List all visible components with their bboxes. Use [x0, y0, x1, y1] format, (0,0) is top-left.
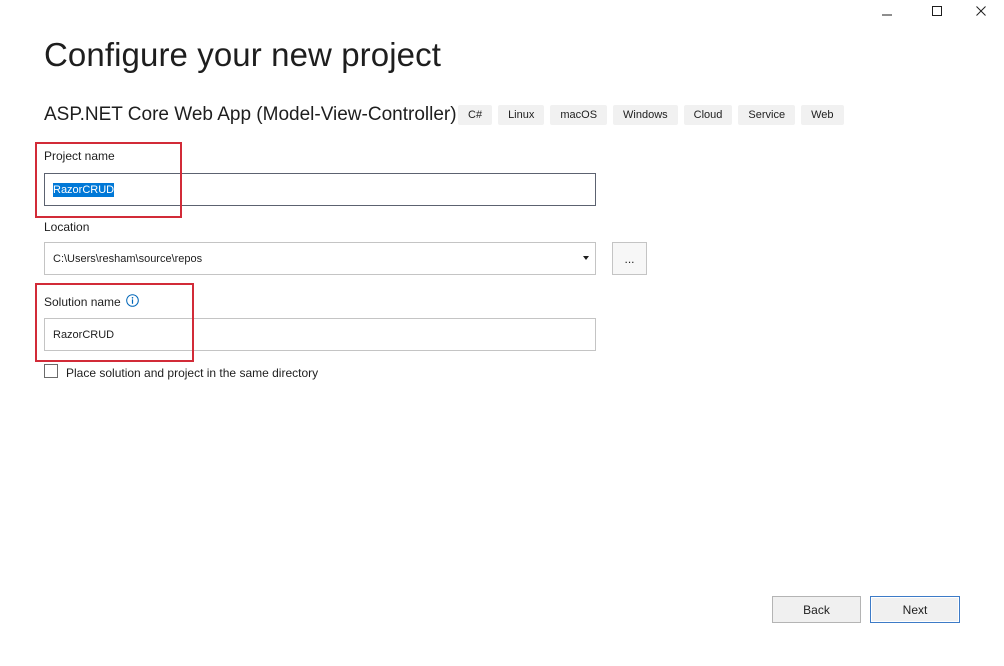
- same-directory-label[interactable]: Place solution and project in the same d…: [66, 366, 318, 380]
- chevron-down-icon[interactable]: [583, 256, 589, 260]
- minimize-button[interactable]: [864, 0, 910, 22]
- solution-name-value: RazorCRUD: [53, 328, 115, 341]
- close-icon: [976, 6, 986, 16]
- solution-name-input[interactable]: RazorCRUD: [44, 318, 596, 351]
- maximize-icon: [932, 6, 942, 16]
- minimize-icon: [882, 14, 892, 16]
- location-value: C:\Users\resham\source\repos: [53, 252, 203, 265]
- solution-name-label: Solution name: [44, 295, 121, 309]
- template-tags: C# Linux macOS Windows Cloud Service Web: [458, 105, 844, 125]
- tag-linux: Linux: [498, 105, 545, 125]
- location-combobox[interactable]: C:\Users\resham\source\repos: [44, 242, 596, 275]
- page-title: Configure your new project: [44, 36, 441, 73]
- project-name-label: Project name: [44, 149, 115, 163]
- maximize-button[interactable]: [914, 0, 960, 22]
- browse-button[interactable]: ...: [612, 242, 647, 275]
- tag-web: Web: [801, 105, 844, 125]
- project-name-input[interactable]: RazorCRUD: [44, 173, 596, 206]
- back-button[interactable]: Back: [772, 596, 861, 623]
- next-button[interactable]: Next: [870, 596, 960, 623]
- info-icon[interactable]: [126, 294, 139, 307]
- project-name-value: RazorCRUD: [53, 182, 115, 197]
- tag-windows: Windows: [613, 105, 678, 125]
- tag-cloud: Cloud: [683, 105, 733, 125]
- tag-service: Service: [738, 105, 796, 125]
- close-button[interactable]: [958, 0, 1004, 22]
- tag-csharp: C#: [458, 105, 493, 125]
- tag-macos: macOS: [550, 105, 608, 125]
- template-name: ASP.NET Core Web App (Model-View-Control…: [44, 104, 457, 125]
- same-directory-checkbox[interactable]: [44, 364, 58, 378]
- location-label: Location: [44, 220, 90, 234]
